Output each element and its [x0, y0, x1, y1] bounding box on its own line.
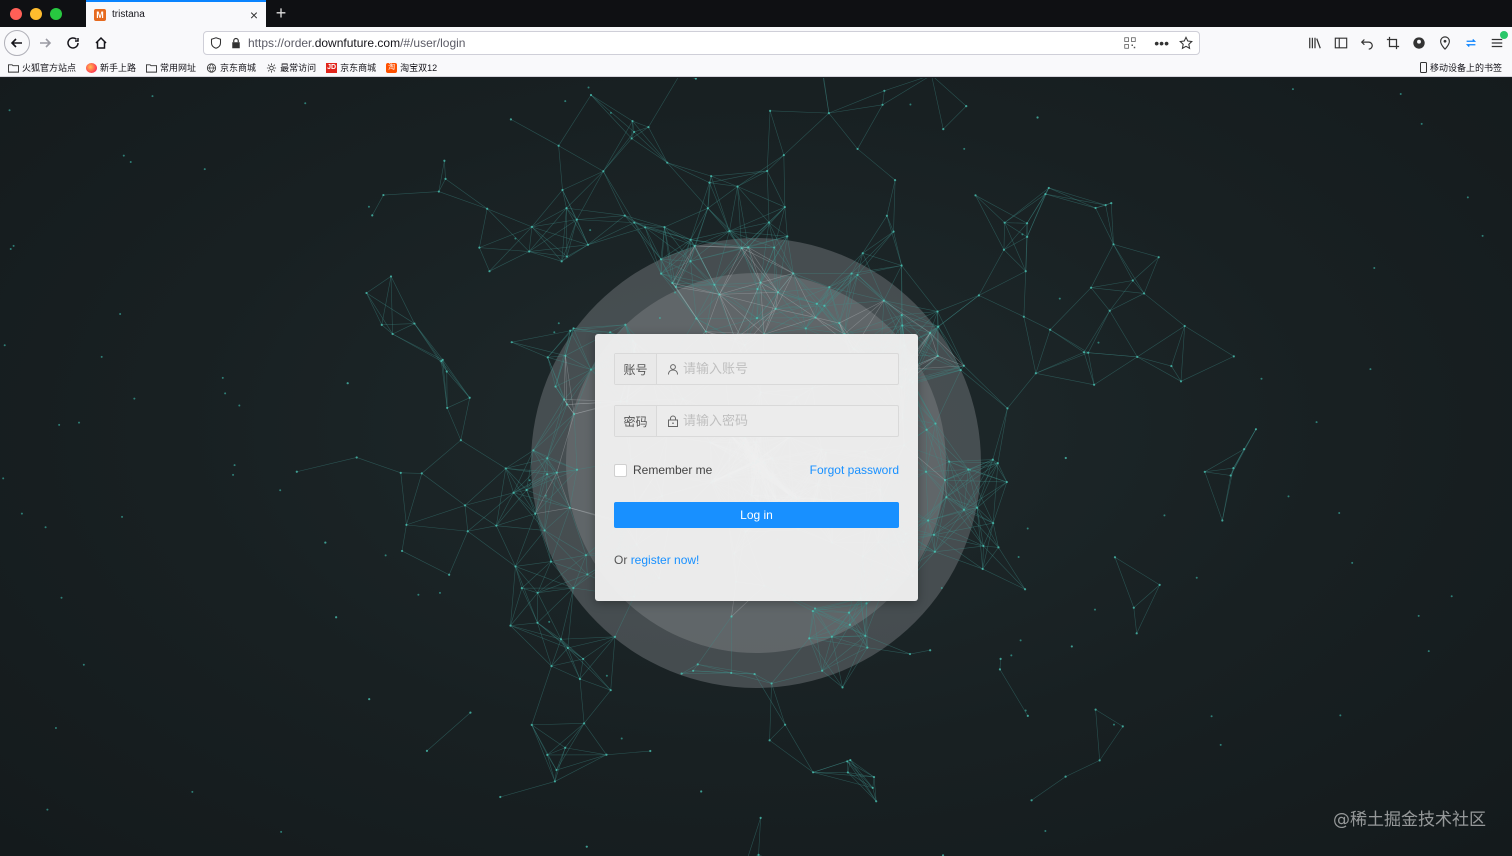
- url-bar[interactable]: https://order.downfuture.com/#/user/logi…: [203, 31, 1200, 55]
- login-card: 账号 密码 Remember me Forgot password: [595, 334, 918, 601]
- login-page: 账号 密码 Remember me Forgot password: [0, 78, 1512, 856]
- forgot-password-link[interactable]: Forgot password: [810, 463, 899, 477]
- bookmark-item[interactable]: 最常访问: [266, 61, 316, 74]
- register-row: Or register now!: [614, 553, 699, 567]
- sync-icon[interactable]: [1462, 34, 1480, 52]
- register-link[interactable]: register now!: [631, 553, 700, 567]
- bookmark-item[interactable]: 火狐官方站点: [8, 61, 76, 74]
- account-input-wrapper: [657, 354, 898, 384]
- reload-icon: [67, 37, 79, 49]
- user-icon: [668, 364, 678, 375]
- tab-strip: M tristana × +: [0, 0, 1512, 27]
- close-tab-icon[interactable]: ×: [250, 8, 258, 22]
- login-button[interactable]: Log in: [614, 502, 899, 528]
- bookmarks-toolbar: 火狐官方站点 新手上路 常用网址 京东商城 最常访问 JD 京东商城 淘 淘宝双…: [0, 59, 1512, 77]
- bookmark-item[interactable]: 京东商城: [206, 61, 256, 74]
- library-icon[interactable]: [1306, 34, 1324, 52]
- account-label: 账号: [615, 354, 657, 384]
- jd-icon: JD: [326, 62, 338, 73]
- bookmark-label: 最常访问: [280, 63, 317, 73]
- account-icon[interactable]: [1410, 34, 1428, 52]
- firefox-icon: [86, 62, 98, 73]
- password-field: 密码: [614, 405, 899, 437]
- sidebar-icon[interactable]: [1332, 34, 1350, 52]
- watermark-text: @稀土掘金技术社区: [1333, 810, 1486, 830]
- url-text[interactable]: https://order.downfuture.com/#/user/logi…: [248, 36, 1124, 50]
- account-input[interactable]: [683, 361, 883, 377]
- star-icon[interactable]: [1179, 36, 1193, 50]
- remember-me-label: Remember me: [633, 463, 713, 477]
- crop-icon[interactable]: [1384, 34, 1402, 52]
- navigation-toolbar: https://order.downfuture.com/#/user/logi…: [0, 27, 1512, 59]
- window-controls: [0, 0, 86, 27]
- remember-row: Remember me Forgot password: [614, 462, 899, 478]
- password-label: 密码: [615, 406, 657, 436]
- url-path: /#/user/login: [400, 36, 466, 50]
- bookmark-label: 京东商城: [340, 63, 377, 73]
- taobao-icon: 淘: [386, 62, 398, 73]
- new-tab-button[interactable]: +: [266, 0, 296, 27]
- lock-icon[interactable]: [230, 37, 242, 49]
- lock-icon: [668, 415, 678, 427]
- tab-tristana[interactable]: M tristana ×: [86, 0, 266, 27]
- toolbar-extensions: [1306, 31, 1508, 55]
- qr-code-icon[interactable]: [1124, 37, 1136, 49]
- password-input[interactable]: [683, 413, 883, 429]
- back-button[interactable]: [4, 30, 30, 56]
- url-host: downfuture.com: [314, 36, 401, 50]
- bookmark-label: 新手上路: [100, 63, 137, 73]
- url-prefix: https://order.: [248, 36, 315, 50]
- folder-icon: [8, 63, 19, 73]
- shield-icon[interactable]: [210, 37, 222, 49]
- browser-window: M tristana × + https://order.downfuture.…: [0, 0, 1512, 856]
- bookmark-item[interactable]: 常用网址: [146, 61, 196, 74]
- remember-me-checkbox[interactable]: Remember me: [614, 463, 712, 477]
- tab-title: tristana: [112, 9, 145, 20]
- forward-button[interactable]: [32, 30, 58, 56]
- bookmark-item[interactable]: 淘 淘宝双12: [386, 61, 437, 74]
- undo-icon[interactable]: [1358, 34, 1376, 52]
- reload-button[interactable]: [60, 30, 86, 56]
- checkbox-box[interactable]: [614, 463, 627, 477]
- tab-favicon-icon: M: [94, 8, 106, 21]
- bookmark-item[interactable]: 新手上路: [86, 61, 136, 74]
- bookmark-label: 淘宝双12: [400, 63, 438, 73]
- menu-icon[interactable]: [1488, 31, 1508, 52]
- password-input-wrapper: [657, 406, 898, 436]
- mobile-device-icon: [1419, 62, 1427, 73]
- url-actions: •••: [1124, 35, 1193, 51]
- bookmark-item[interactable]: JD 京东商城: [326, 61, 376, 74]
- arrow-left-icon: [10, 38, 22, 48]
- maximize-window-button[interactable]: [50, 7, 62, 20]
- location-pin-icon[interactable]: [1436, 34, 1454, 52]
- globe-icon: [206, 62, 217, 73]
- bookmark-label: 常用网址: [160, 63, 197, 73]
- update-badge-icon: [1500, 31, 1508, 39]
- more-actions-icon[interactable]: •••: [1154, 35, 1169, 51]
- mobile-bookmarks[interactable]: 移动设备上的书签: [1419, 61, 1502, 74]
- bookmark-label: 京东商城: [220, 63, 257, 73]
- home-icon: [95, 36, 107, 49]
- home-button[interactable]: [88, 30, 114, 56]
- bookmark-label: 火狐官方站点: [22, 63, 77, 73]
- folder-icon: [146, 63, 158, 73]
- or-text: Or: [614, 553, 628, 567]
- mobile-bookmarks-label: 移动设备上的书签: [1429, 63, 1502, 73]
- minimize-window-button[interactable]: [30, 7, 42, 20]
- gear-icon: [266, 62, 277, 73]
- close-window-button[interactable]: [10, 7, 22, 20]
- arrow-right-icon: [40, 38, 52, 48]
- account-field: 账号: [614, 353, 899, 385]
